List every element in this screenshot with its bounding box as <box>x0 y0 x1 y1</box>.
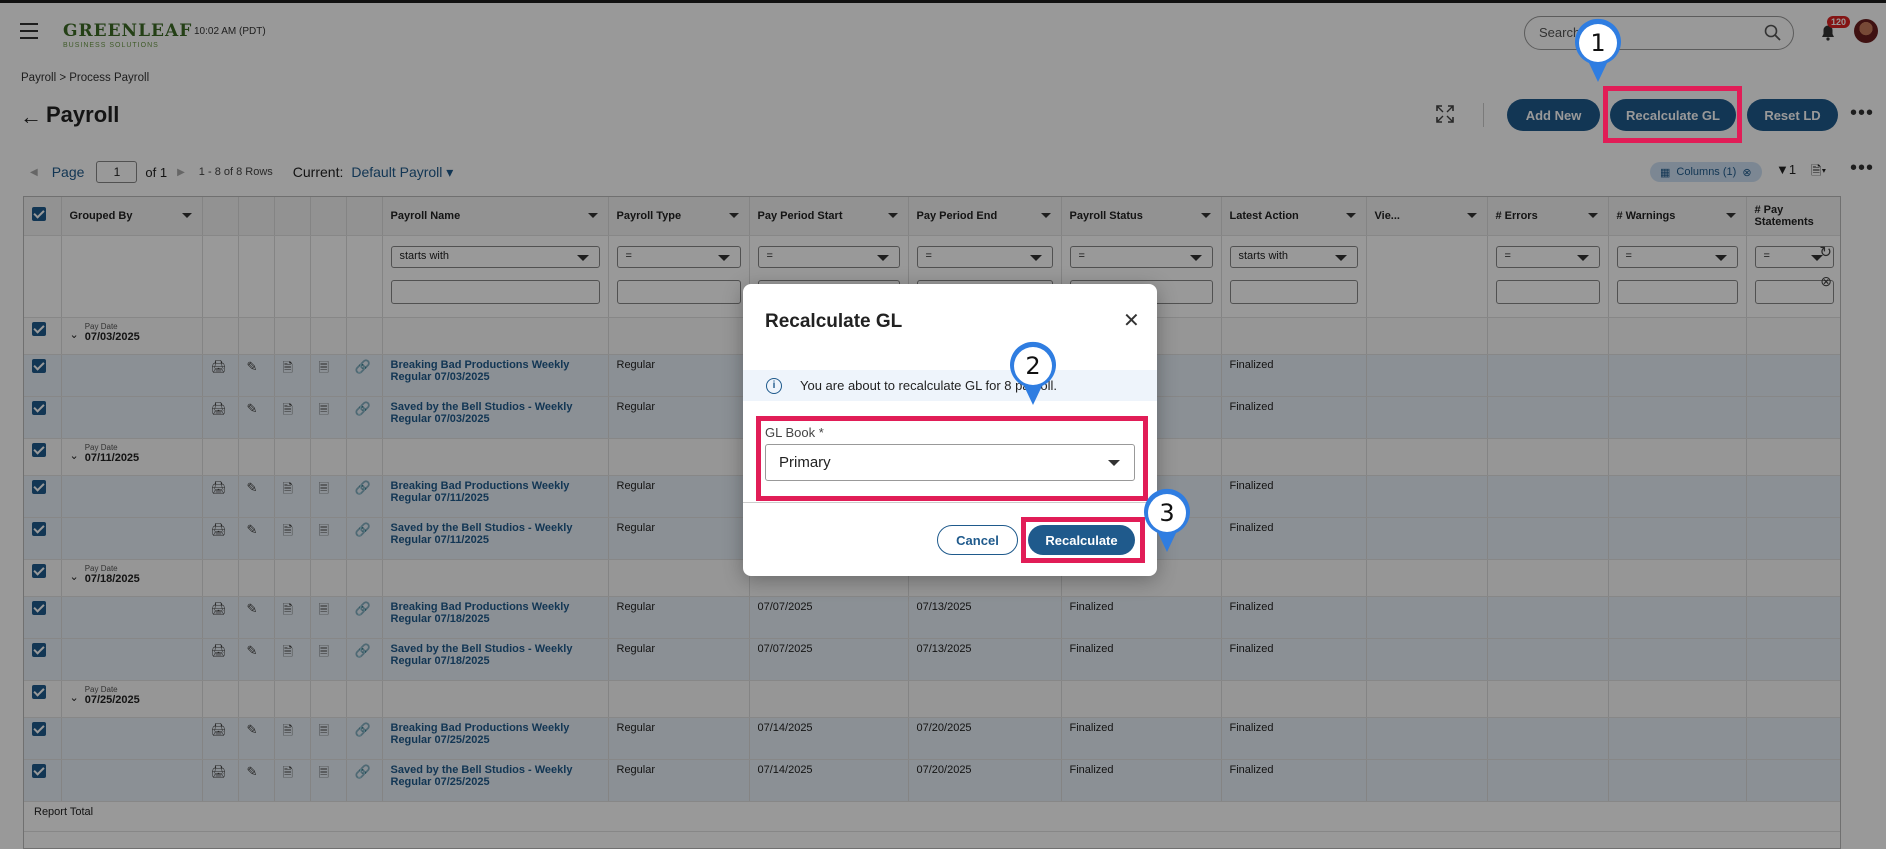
highlight-recalculate <box>1021 517 1145 563</box>
callout-3: 3 <box>1142 488 1192 552</box>
info-icon: i <box>766 377 782 394</box>
dialog-title: Recalculate GL <box>765 311 903 332</box>
cancel-button[interactable]: Cancel <box>937 525 1018 555</box>
close-icon[interactable]: ✕ <box>1123 308 1140 333</box>
highlight-recalculate-gl <box>1603 86 1742 143</box>
info-banner: i You are about to recalculate GL for 8 … <box>743 370 1157 401</box>
highlight-gl-book <box>756 416 1148 501</box>
callout-2: 2 <box>1008 341 1058 405</box>
dialog-divider <box>743 502 1157 503</box>
callout-1: 1 <box>1573 18 1623 82</box>
